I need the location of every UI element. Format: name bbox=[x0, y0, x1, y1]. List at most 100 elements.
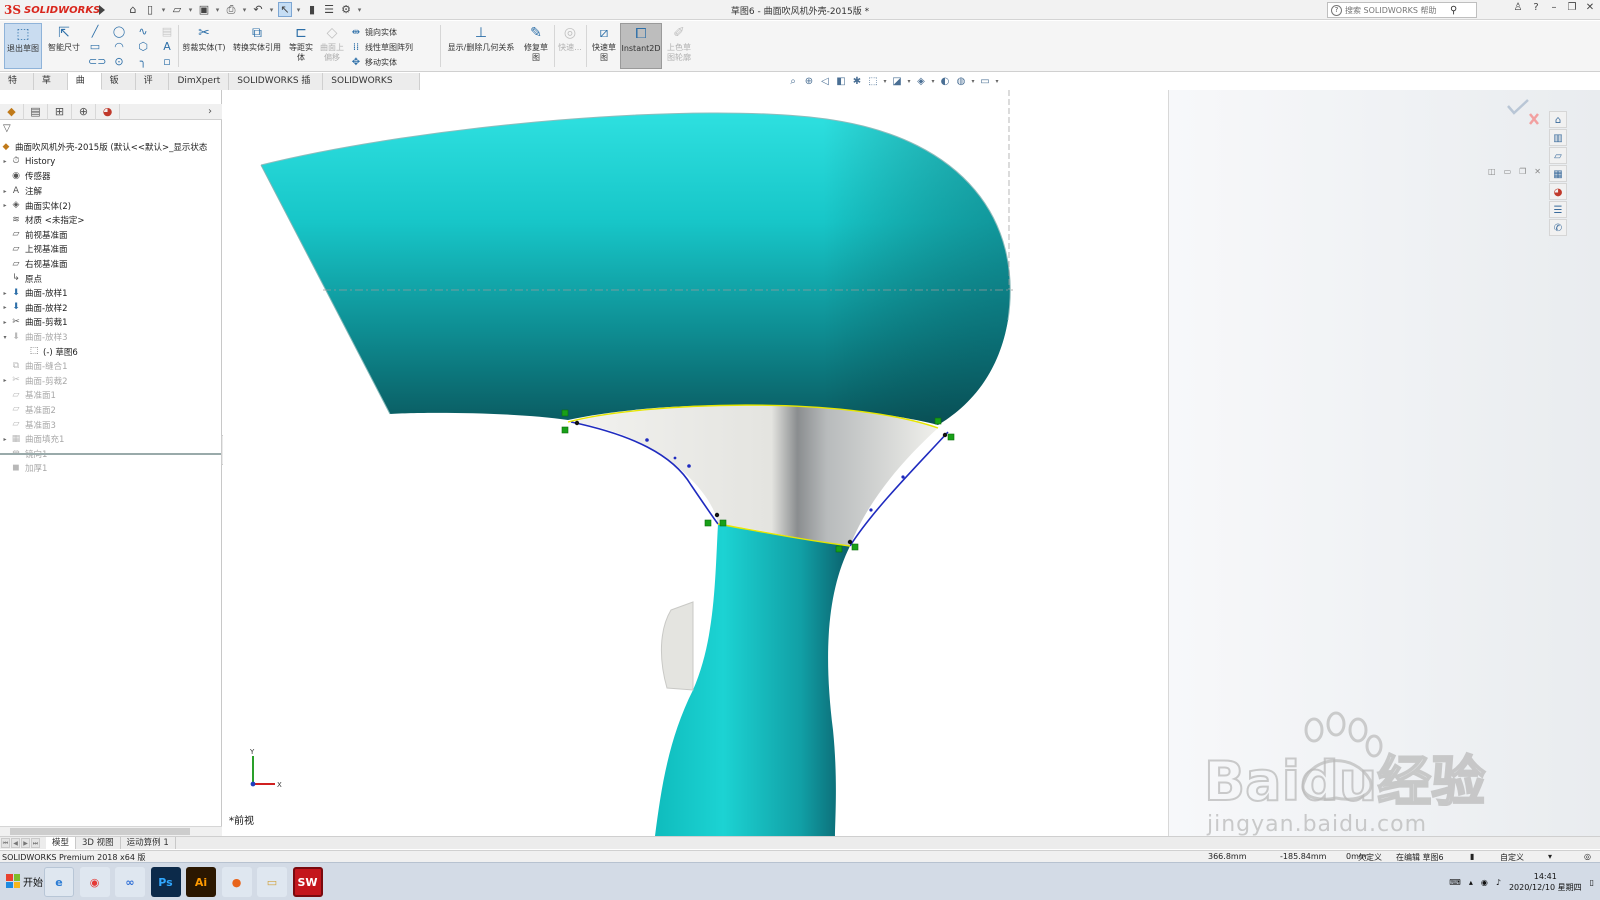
status-help-icon[interactable]: ◎ bbox=[1584, 852, 1591, 861]
tree-item[interactable]: ▱ 上视基准面 bbox=[0, 242, 222, 257]
viewport-restore-icon[interactable]: ❐ bbox=[1519, 167, 1526, 176]
tree-item[interactable]: ◉ 传感器 bbox=[0, 169, 222, 184]
graphics-area[interactable]: Y X *前视 ◫ ▭ ❐ ✕ bbox=[223, 90, 1600, 836]
arc-icon[interactable]: ◠ bbox=[112, 40, 126, 54]
view-settings-icon[interactable]: ▭ bbox=[978, 75, 992, 89]
open-folder-icon[interactable]: ▱ bbox=[170, 2, 184, 17]
file-properties-icon[interactable]: ☰ bbox=[322, 2, 336, 17]
next-tab-icon[interactable]: ▶ bbox=[21, 838, 30, 848]
smart-dimension-button[interactable]: ⇱ 智能尺寸 bbox=[44, 23, 84, 69]
expand-arrow-icon[interactable]: ▸ bbox=[0, 377, 10, 384]
circle-icon[interactable]: ◯ bbox=[112, 25, 126, 39]
tree-item[interactable]: ⧉ 曲面-缝合1 bbox=[0, 359, 222, 374]
expand-arrow-icon[interactable]: ▸ bbox=[0, 436, 10, 443]
tree-item[interactable]: ▸ ◈ 曲面实体(2) bbox=[0, 198, 222, 213]
system-clock[interactable]: 14:41 2020/12/10 星期四 bbox=[1509, 871, 1582, 893]
tree-item[interactable]: ▱ 右视基准面 bbox=[0, 257, 222, 272]
previous-view-icon[interactable]: ◁ bbox=[818, 75, 832, 89]
tree-item[interactable]: ▱ 基准面1 bbox=[0, 388, 222, 403]
plane-sketch-icon[interactable]: ▫ bbox=[160, 55, 174, 69]
appearances-icon[interactable]: ◕ bbox=[1549, 183, 1567, 200]
print-dropdown-icon[interactable]: ▾ bbox=[241, 2, 248, 17]
tab-mbd[interactable]: SOLIDWORKS MBD bbox=[323, 73, 420, 102]
feature-manager-tab-icon[interactable]: ◆ bbox=[0, 104, 24, 120]
solidworks-logo[interactable]: 3S SOLIDWORKS bbox=[4, 2, 100, 18]
tab-surfaces[interactable]: 曲面 bbox=[67, 73, 102, 102]
expand-arrow-icon[interactable]: ▸ bbox=[0, 304, 10, 311]
chevron-right-icon[interactable]: › bbox=[198, 104, 222, 120]
firefox-icon[interactable]: ● bbox=[221, 867, 252, 897]
save-dropdown-icon[interactable]: ▾ bbox=[214, 2, 221, 17]
expand-arrow-icon[interactable]: ▸ bbox=[0, 319, 10, 326]
display-relations-button[interactable]: ⊥ 显示/删除几何关系 bbox=[444, 23, 518, 69]
display-style-icon[interactable]: ◪ bbox=[890, 75, 904, 89]
prev-tab-icon[interactable]: ◀ bbox=[11, 838, 20, 848]
rectangle-icon[interactable]: ▭ bbox=[88, 40, 102, 54]
tab-features[interactable]: 特征 bbox=[0, 73, 34, 102]
view-orientation-dropdown-icon[interactable]: ▾ bbox=[882, 75, 888, 89]
tree-item[interactable]: ⬚ (-) 草图6 bbox=[0, 344, 222, 359]
tree-item[interactable]: ▸ ✂ 曲面-剪裁1 bbox=[0, 315, 222, 330]
custom-properties-icon[interactable]: ☰ bbox=[1549, 201, 1567, 218]
property-manager-tab-icon[interactable]: ▤ bbox=[24, 104, 48, 120]
search-icon[interactable]: ⚲ bbox=[1450, 5, 1457, 16]
view-settings-dropdown-icon[interactable]: ▾ bbox=[994, 75, 1000, 89]
tab-sheet-metal[interactable]: 钣件 bbox=[101, 73, 136, 102]
expand-arrow-icon[interactable]: ▸ bbox=[0, 158, 10, 165]
tab-addins[interactable]: SOLIDWORKS 插件 bbox=[229, 73, 324, 102]
new-document-icon[interactable]: ▯ bbox=[143, 2, 157, 17]
close-icon[interactable]: ✕ bbox=[1584, 2, 1596, 16]
apply-scene-icon[interactable]: ◍ bbox=[954, 75, 968, 89]
sketch-text-icon[interactable]: A bbox=[160, 40, 174, 54]
dynamic-annotation-icon[interactable]: ✱ bbox=[850, 75, 864, 89]
file-explorer-icon[interactable]: ▭ bbox=[257, 867, 287, 897]
tree-item[interactable]: ▸ ▦ 曲面填充1 bbox=[0, 432, 222, 447]
instant2d-button[interactable]: ⧠ Instant2D bbox=[620, 23, 662, 69]
edit-appearance-icon[interactable]: ◐ bbox=[938, 75, 952, 89]
menu-expand-arrow-icon[interactable] bbox=[98, 4, 106, 16]
expand-arrow-icon[interactable]: ▸ bbox=[0, 290, 10, 297]
tree-item[interactable]: ▸ ⬇ 曲面-放样2 bbox=[0, 301, 222, 316]
convert-entities-button[interactable]: ⧉ 转换实体引用 bbox=[230, 23, 284, 69]
spline-icon[interactable]: ∿ bbox=[136, 25, 150, 39]
hair-dryer-model[interactable] bbox=[223, 90, 1168, 836]
select-pointer-icon[interactable]: ↖ bbox=[278, 2, 292, 17]
expand-arrow-icon[interactable]: ▸ bbox=[0, 202, 10, 209]
tree-item[interactable]: ▸ ⏱ History bbox=[0, 155, 222, 170]
tree-item[interactable]: ▱ 前视基准面 bbox=[0, 228, 222, 243]
solidworks-resources-icon[interactable]: ⌂ bbox=[1549, 111, 1567, 128]
viewport-tile-icon[interactable]: ◫ bbox=[1488, 167, 1496, 176]
start-button[interactable]: 开始 bbox=[2, 869, 47, 893]
tree-item[interactable]: ▱ 基准面3 bbox=[0, 417, 222, 432]
options-dropdown-icon[interactable]: ▾ bbox=[356, 2, 363, 17]
help-search-box[interactable]: ? ⚲ bbox=[1327, 2, 1477, 18]
design-library-icon[interactable]: ▥ bbox=[1549, 129, 1567, 146]
user-icon[interactable]: ♙ bbox=[1512, 2, 1524, 16]
slot-icon[interactable]: ⊂⊃ bbox=[88, 55, 106, 69]
polygon-icon[interactable]: ⬡ bbox=[136, 40, 150, 54]
scrollbar-thumb[interactable] bbox=[10, 828, 190, 835]
open-dropdown-icon[interactable]: ▾ bbox=[187, 2, 194, 17]
tree-item[interactable]: ◼ 加厚1 bbox=[0, 461, 222, 476]
dimxpert-manager-tab-icon[interactable]: ⊕ bbox=[72, 104, 96, 120]
repair-sketch-button[interactable]: ✎ 修复草图 bbox=[522, 23, 550, 69]
hide-show-items-icon[interactable]: ◈ bbox=[914, 75, 928, 89]
select-dropdown-icon[interactable]: ▾ bbox=[295, 2, 302, 17]
new-dropdown-icon[interactable]: ▾ bbox=[160, 2, 167, 17]
tab-evaluate[interactable]: 评估 bbox=[135, 73, 170, 102]
first-tab-icon[interactable]: ⏮ bbox=[1, 838, 10, 848]
help-icon[interactable]: ? bbox=[1530, 2, 1542, 16]
viewport-minimize-icon[interactable]: ▭ bbox=[1504, 167, 1512, 176]
rollback-bar[interactable] bbox=[0, 453, 222, 455]
horizontal-scrollbar[interactable] bbox=[0, 826, 222, 836]
volume-icon[interactable]: ♪ bbox=[1496, 878, 1501, 887]
illustrator-icon[interactable]: Ai bbox=[186, 867, 216, 897]
tree-item[interactable]: ↳ 原点 bbox=[0, 271, 222, 286]
undo-icon[interactable]: ↶ bbox=[251, 2, 265, 17]
undo-dropdown-icon[interactable]: ▾ bbox=[268, 2, 275, 17]
display-manager-tab-icon[interactable]: ◕ bbox=[96, 104, 120, 120]
point-icon[interactable]: ⊙ bbox=[112, 55, 126, 69]
tree-root-part[interactable]: ◆ 曲面吹风机外壳-2015版 (默认<<默认>_显示状态 bbox=[0, 140, 222, 155]
rebuild-icon[interactable]: ▮ bbox=[305, 2, 319, 17]
last-tab-icon[interactable]: ⏭ bbox=[31, 838, 40, 848]
